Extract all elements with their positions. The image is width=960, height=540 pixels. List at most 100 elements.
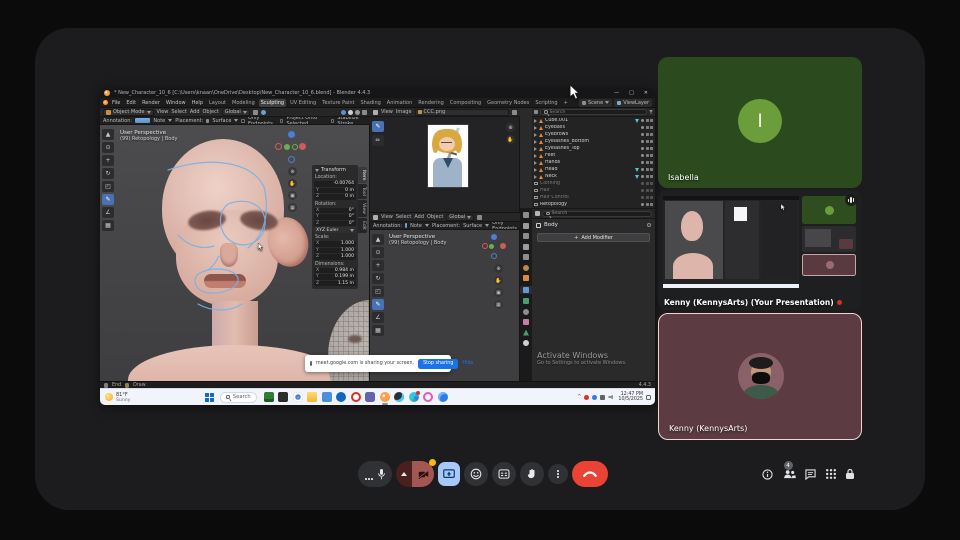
annotation-note[interactable]: Note	[410, 223, 422, 229]
camera-view-icon[interactable]: ▣	[288, 191, 297, 200]
workspace-add[interactable]: +	[562, 99, 570, 107]
taskbar-search[interactable]: Search	[220, 392, 256, 403]
browser-app-icon[interactable]	[438, 392, 448, 402]
add-primitive-tool[interactable]: ▦	[372, 325, 384, 336]
add-modifier-button[interactable]: +Add Modifier	[537, 233, 650, 242]
taskbar-clock[interactable]: 12:47 PM 10/5/2025	[616, 392, 643, 403]
outliner-item[interactable]: Retopology	[532, 201, 655, 208]
rotate-tool[interactable]: ↻	[102, 168, 114, 179]
select-menu[interactable]: Select	[396, 214, 411, 220]
3d-viewport[interactable]: ▲ ⊙ + ↻ ◰ ✎ ∠ ▦ User Perspective (99) Re…	[100, 125, 370, 381]
add-menu[interactable]: Add	[414, 214, 424, 220]
select-tool[interactable]: ▲	[372, 234, 384, 245]
menu-render[interactable]: Render	[140, 100, 162, 106]
maximize-button[interactable]: □	[626, 90, 637, 96]
meeting-details-button[interactable]	[762, 469, 773, 480]
zoom-icon[interactable]: ⊕	[494, 264, 503, 273]
end-call-button[interactable]	[572, 461, 608, 487]
creative-app-icon[interactable]	[394, 392, 404, 402]
outliner-item[interactable]: Hair Control	[532, 194, 655, 201]
annotate-tool[interactable]: ✎	[372, 299, 384, 310]
snapping-icon[interactable]	[477, 215, 482, 220]
annotation-color-swatch[interactable]	[405, 223, 407, 228]
dimensions-z-field[interactable]: Z1.15 m	[314, 281, 356, 287]
view-menu[interactable]: View	[381, 214, 393, 220]
orientation-selector[interactable]: Global	[446, 214, 474, 221]
physics-tab-icon[interactable]	[523, 309, 529, 315]
unlink-image-icon[interactable]	[512, 110, 517, 115]
visibility-icons[interactable]	[641, 182, 653, 185]
collapse-icon[interactable]	[315, 169, 319, 172]
tab-tool[interactable]: Tool	[358, 184, 367, 199]
workspace-shading[interactable]: Shading	[358, 99, 382, 107]
visibility-icons[interactable]	[641, 147, 653, 150]
tray-app-icon[interactable]	[584, 395, 589, 400]
orientation-selector[interactable]: Global	[222, 109, 250, 116]
mode-selector[interactable]: Object Mode	[103, 109, 154, 116]
cursor-tool[interactable]: ⊙	[372, 247, 384, 258]
workspace-layout[interactable]: Layout	[207, 99, 228, 107]
move-tool[interactable]: +	[372, 260, 384, 271]
snapping-icon[interactable]	[253, 110, 258, 115]
modifiers-tab-icon[interactable]	[523, 287, 529, 293]
visibility-icons[interactable]	[641, 119, 653, 122]
constraints-tab-icon[interactable]	[523, 319, 529, 325]
outliner-item[interactable]: Head	[532, 166, 655, 173]
weather-widget[interactable]: 81°FSunny	[100, 392, 135, 403]
image-editor[interactable]: ✎ ✏ ⊕ ✋	[370, 117, 520, 213]
particles-tab-icon[interactable]	[523, 298, 529, 304]
scale-z-field[interactable]: Z1.000	[314, 254, 356, 260]
raise-hand-button[interactable]	[520, 462, 544, 486]
expand-icon[interactable]	[534, 147, 537, 151]
host-controls-button[interactable]	[845, 468, 855, 480]
cursor-tool[interactable]: ⊙	[102, 142, 114, 153]
shading-material-icon[interactable]	[355, 110, 360, 115]
reactions-button[interactable]	[464, 462, 488, 486]
visibility-icons[interactable]	[641, 189, 653, 192]
outliner-item[interactable]: Neck	[532, 173, 655, 180]
visibility-icons[interactable]	[641, 133, 653, 136]
blender-app-icon[interactable]	[380, 392, 390, 402]
scale-tool[interactable]: ◰	[102, 181, 114, 192]
activities-button[interactable]	[826, 469, 836, 479]
more-options-button[interactable]	[548, 464, 568, 484]
annotation-note[interactable]: Note	[153, 118, 165, 124]
mic-options-icon[interactable]	[364, 465, 374, 484]
presenting-button[interactable]	[438, 462, 460, 486]
file-explorer-icon[interactable]	[307, 392, 317, 402]
workspace-texture-paint[interactable]: Texture Paint	[320, 99, 356, 107]
rotation-mode-dropdown[interactable]: XYZ Euler	[314, 227, 356, 233]
tile-isabella[interactable]: I Isabella	[658, 57, 862, 188]
expand-icon[interactable]	[534, 119, 537, 123]
outliner-item[interactable]: Eyeballs	[532, 124, 655, 131]
add-primitive-tool[interactable]: ▦	[102, 220, 114, 231]
material-tab-icon[interactable]	[523, 340, 529, 346]
shading-wireframe-icon[interactable]	[341, 110, 346, 115]
outliner-display-mode-icon[interactable]	[534, 110, 538, 114]
expand-icon[interactable]	[534, 161, 537, 165]
menu-file[interactable]: File	[110, 100, 122, 106]
scene-tab-icon[interactable]	[523, 254, 529, 260]
outliner-item[interactable]: Clothing	[532, 180, 655, 187]
rotate-tool[interactable]: ↻	[372, 273, 384, 284]
zoom-icon[interactable]: ⊕	[288, 167, 297, 176]
menu-help[interactable]: Help	[190, 100, 205, 106]
outliner-item[interactable]: Feet	[532, 152, 655, 159]
tab-item[interactable]: Item	[358, 167, 367, 183]
visibility-icons[interactable]	[641, 203, 653, 206]
pin-icon[interactable]	[647, 223, 651, 227]
toggle-perspective-icon[interactable]: ▦	[288, 203, 297, 212]
axis-gizmo[interactable]	[482, 234, 506, 260]
annotate-tool[interactable]: ✎	[102, 194, 114, 205]
expand-icon[interactable]	[534, 154, 537, 158]
hide-banner-link[interactable]: Hide	[462, 361, 473, 366]
rotation-x-field[interactable]: X0°	[314, 208, 356, 214]
toggle-perspective-icon[interactable]: ▦	[494, 300, 503, 309]
location-x-field[interactable]: -0.00764	[314, 181, 356, 187]
chat-button[interactable]	[805, 469, 816, 480]
workspace-rendering[interactable]: Rendering	[416, 99, 446, 107]
outliner-item[interactable]: Cube.001	[532, 117, 655, 124]
outliner-item[interactable]: Hands	[532, 159, 655, 166]
visibility-icons[interactable]	[641, 140, 653, 143]
tray-shield-icon[interactable]	[600, 395, 605, 400]
